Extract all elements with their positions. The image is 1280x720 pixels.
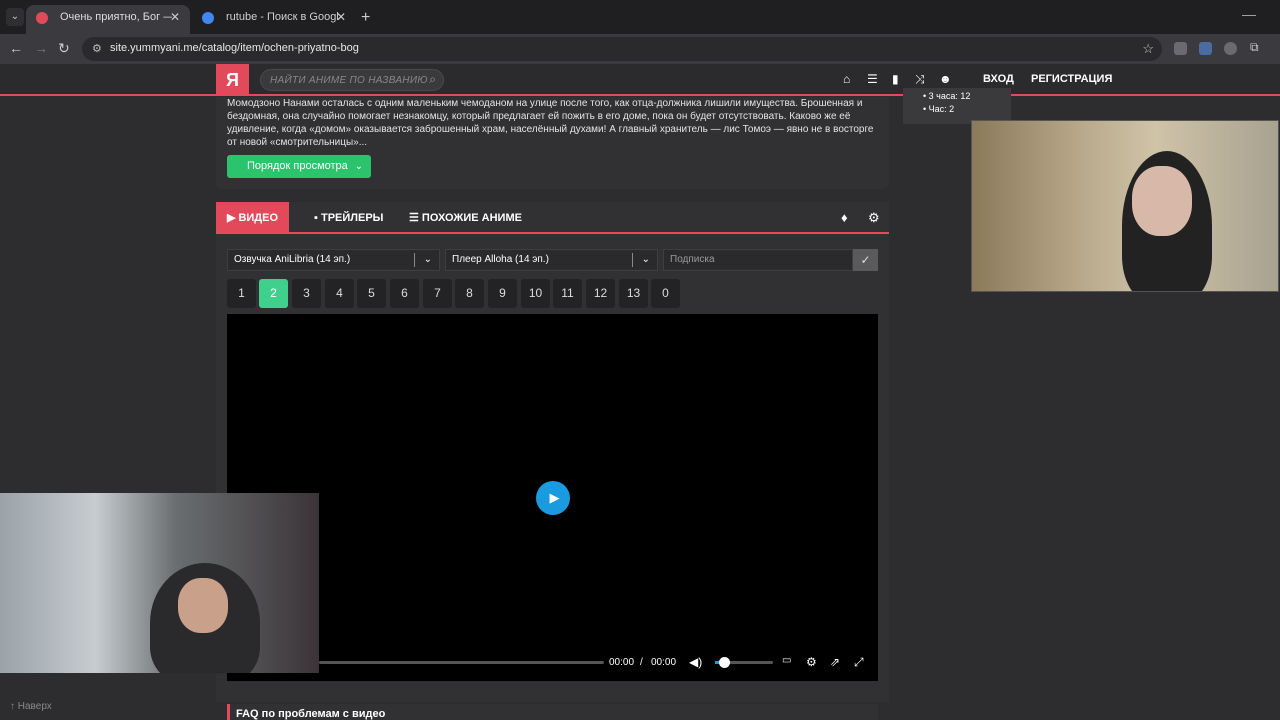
player-select[interactable]: Плеер Alloha (14 эп.) ⌄	[445, 249, 658, 271]
tab-title: Очень приятно, Бог — смотреть	[60, 11, 172, 23]
search-placeholder: НАЙТИ АНИМЕ ПО НАЗВАНИЮ	[270, 75, 428, 86]
watch-order-button[interactable]: Порядок просмотра ⌄	[227, 155, 371, 178]
search-icon[interactable]: ⌕	[429, 72, 436, 87]
dub-select[interactable]: Озвучка AniLibria (14 эп.) ⌄	[227, 249, 440, 271]
login-link[interactable]: ВХОД	[983, 73, 1014, 85]
stats-dropdown: • 3 часа: 12 • Час: 2	[903, 88, 1011, 124]
time-separator: /	[640, 657, 643, 668]
register-link[interactable]: РЕГИСТРАЦИЯ	[1031, 73, 1112, 85]
address-bar[interactable]: ⚙ site.yummyani.me/catalog/item/ochen-pr…	[82, 37, 1162, 61]
play-icon[interactable]: ▶	[536, 481, 570, 515]
episode-button[interactable]: 5	[357, 279, 386, 308]
streamer-face	[178, 578, 228, 633]
episode-button[interactable]: 3	[292, 279, 321, 308]
description-card: Момодзоно Нанами осталась с одним малень…	[216, 97, 889, 189]
volume-slider[interactable]	[715, 657, 773, 668]
back-arrow-icon[interactable]: ←	[9, 40, 23, 56]
episode-button[interactable]: 11	[553, 279, 582, 308]
subtitles-icon[interactable]: ▭	[782, 655, 791, 666]
tab-title: rutube - Поиск в Google	[226, 11, 338, 23]
browser-tab-google[interactable]: rutube - Поиск в Google ✕	[192, 5, 356, 34]
volume-icon[interactable]: ◀)	[689, 655, 702, 669]
video-player[interactable]: ▶ 00:00 / 00:00 ◀) ▭ ⚙ ⇗ ⤢	[227, 314, 878, 681]
player-settings-icon[interactable]: ⚙	[806, 655, 817, 669]
current-time: 00:00	[609, 657, 635, 668]
anime-description: Момодзоно Нанами осталась с одним малень…	[227, 98, 874, 148]
lightbulb-icon[interactable]: ♦	[841, 210, 848, 225]
video-tabs: ▶ ВИДЕО ▪ ТРЕЙЛЕРЫ ☰ ПОХОЖИЕ АНИМЕ ♦ ⚙	[216, 202, 889, 234]
stats-item: • 3 часа: 12	[923, 91, 971, 101]
tab-search-chevron-icon[interactable]: ⌄	[6, 8, 24, 26]
episode-button[interactable]: 4	[325, 279, 354, 308]
chevron-down-icon: ⌄	[641, 254, 650, 265]
extension-icon[interactable]	[1174, 42, 1187, 55]
episode-button-active[interactable]: 2	[259, 279, 288, 308]
episode-button[interactable]: 6	[390, 279, 419, 308]
minimize-icon[interactable]: —	[1242, 6, 1256, 22]
duration: 00:00	[651, 657, 677, 668]
chart-icon[interactable]: ▮	[892, 72, 899, 86]
browser-tab-active[interactable]: Очень приятно, Бог — смотреть ✕	[26, 5, 190, 34]
webcam-overlay-left	[0, 493, 319, 673]
search-input[interactable]: НАЙТИ АНИМЕ ПО НАЗВАНИЮ ⌕	[260, 69, 444, 91]
progress-bar[interactable]	[319, 661, 604, 664]
subscribe-input[interactable]: Подписка	[663, 249, 853, 271]
gear-icon[interactable]: ⚙	[868, 210, 880, 226]
episode-button[interactable]: 0	[651, 279, 680, 308]
browser-tabbar: ⌄ Очень приятно, Бог — смотреть ✕ rutube…	[0, 0, 1280, 34]
close-tab-icon[interactable]: ✕	[170, 5, 180, 30]
shuffle-icon[interactable]: ⤨	[915, 72, 925, 87]
episode-button[interactable]: 8	[455, 279, 484, 308]
browser-toolbar: ← → ↻ ⚙ site.yummyani.me/catalog/item/oc…	[0, 34, 1280, 64]
tab-similar[interactable]: ☰ ПОХОЖИЕ АНИМЕ	[409, 202, 522, 234]
episode-button[interactable]: 7	[423, 279, 452, 308]
episode-button[interactable]: 13	[619, 279, 648, 308]
stats-item: • Час: 2	[923, 104, 955, 114]
tab-video[interactable]: ▶ ВИДЕО	[216, 202, 289, 234]
popout-icon[interactable]: ⇗	[830, 655, 840, 669]
chevron-down-icon: ⌄	[354, 161, 363, 172]
forward-arrow-icon[interactable]: →	[34, 40, 48, 56]
new-tab-icon[interactable]: +	[361, 9, 370, 27]
site-info-icon[interactable]: ⚙	[92, 42, 102, 55]
tab-trailers[interactable]: ▪ ТРЕЙЛЕРЫ	[314, 202, 383, 234]
list-icon[interactable]: ☰	[867, 72, 878, 86]
faq-title: FAQ по проблемам с видео	[236, 708, 386, 720]
users-icon[interactable]: ☻	[939, 72, 952, 86]
volume-knob[interactable]	[718, 657, 730, 668]
home-icon[interactable]: ⌂	[843, 72, 850, 86]
site-header: Я НАЙТИ АНИМЕ ПО НАЗВАНИЮ ⌕ ⌂ ☰ ▮ ⤨ ☻ ВХ…	[0, 64, 1280, 96]
extension-icon[interactable]	[1199, 42, 1212, 55]
site-favicon-icon	[36, 12, 48, 24]
reload-icon[interactable]: ↻	[58, 40, 70, 57]
episode-button[interactable]: 9	[488, 279, 517, 308]
episode-button[interactable]: 1	[227, 279, 256, 308]
google-favicon-icon	[202, 12, 214, 24]
bookmark-star-icon[interactable]: ☆	[1142, 41, 1154, 57]
webcam-overlay-right	[971, 120, 1279, 292]
faq-section[interactable]: FAQ по проблемам с видео	[227, 704, 878, 720]
back-to-top-link[interactable]: ↑ Наверх	[10, 701, 52, 712]
extensions-puzzle-icon[interactable]: ⧉	[1250, 40, 1259, 55]
extension-icon[interactable]	[1224, 42, 1237, 55]
episode-button[interactable]: 10	[521, 279, 550, 308]
url-text: site.yummyani.me/catalog/item/ochen-priy…	[110, 42, 359, 54]
site-logo[interactable]: Я	[216, 64, 249, 96]
fullscreen-icon[interactable]: ⤢	[854, 655, 864, 670]
chevron-down-icon: ⌄	[423, 254, 432, 265]
close-tab-icon[interactable]: ✕	[336, 5, 346, 30]
subscribe-check-button[interactable]: ✓	[853, 249, 878, 271]
episode-button[interactable]: 12	[586, 279, 615, 308]
streamer-face	[1132, 166, 1192, 236]
